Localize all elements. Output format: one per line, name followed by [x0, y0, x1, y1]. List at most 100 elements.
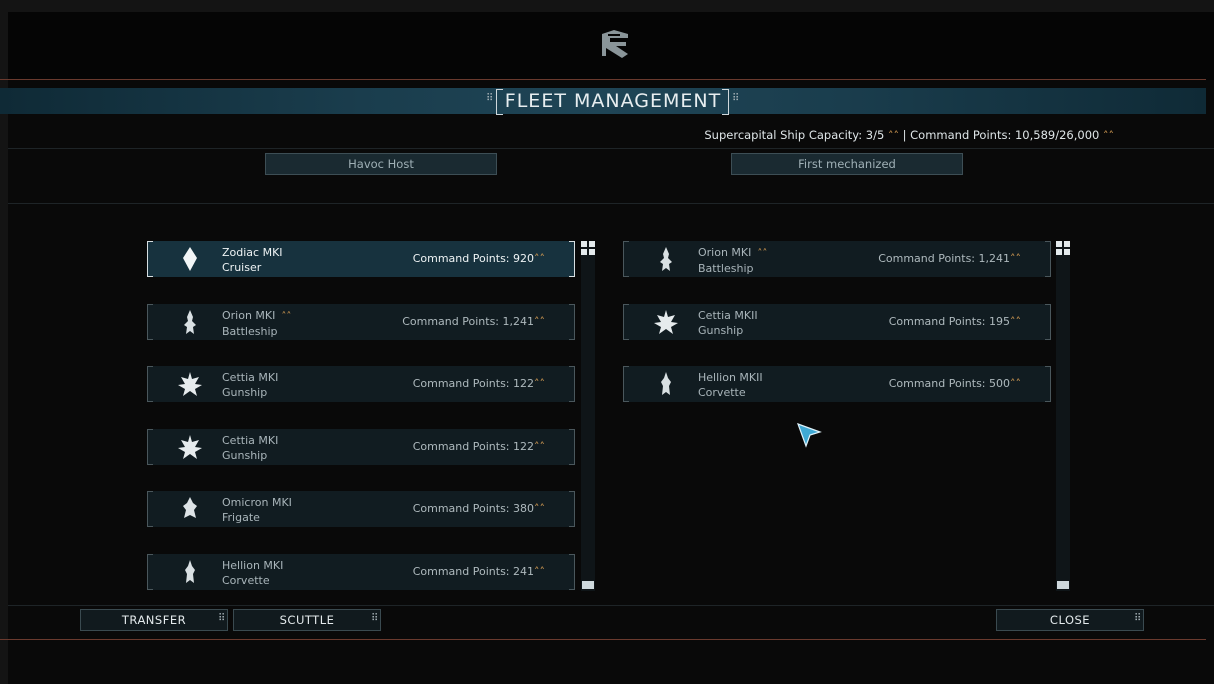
footer-divider [0, 639, 1206, 640]
ship-name: Omicron MKI [222, 496, 292, 510]
row-bracket-right [569, 491, 575, 528]
command-points-icon: ˄˄ [534, 439, 545, 453]
row-bracket-right [569, 554, 575, 590]
gunship-ship-icon [177, 434, 203, 460]
top-bar [8, 12, 1214, 80]
row-bracket-left [623, 366, 629, 403]
scroll-end-icon[interactable] [1057, 581, 1069, 589]
cruiser-ship-icon [177, 246, 203, 272]
supercapital-rank-icon: ˄˄ [281, 310, 292, 322]
row-bracket-left [147, 554, 153, 590]
command-points-icon: ˄˄ [534, 565, 545, 578]
close-button[interactable]: CLOSE [996, 609, 1144, 631]
ship-name: Hellion MKI [222, 559, 284, 572]
ship-class: Frigate [222, 511, 260, 525]
scroll-end-icon[interactable] [582, 581, 594, 589]
title-bracket-right [722, 89, 729, 115]
ship-name: Orion MKI [698, 246, 752, 259]
ship-class: Gunship [222, 386, 268, 400]
grid-view-icon[interactable] [1056, 241, 1070, 255]
ship-name: Cettia MKI [222, 371, 279, 385]
ship-name-block: Cettia MKII Gunship [698, 308, 758, 338]
ship-row[interactable]: Zodiac MKI Cruiser Command Points: 920˄˄ [147, 241, 575, 277]
command-points-icon: ˄˄ [534, 314, 545, 328]
ship-row[interactable]: Cettia MKII Gunship Command Points: 195˄˄ [623, 303, 1051, 340]
header-divider-top [0, 79, 1206, 80]
command-points-icon: ˄˄ [1010, 252, 1021, 265]
divider [8, 605, 1214, 606]
command-points-icon: ˄˄ [534, 377, 545, 391]
ship-command-points: Command Points: 241˄˄ [413, 565, 545, 578]
command-points-value: Command Points: 920 [412, 252, 534, 265]
corvette-ship-icon [177, 559, 203, 585]
page-title: FLEET MANAGEMENT [504, 90, 722, 112]
transfer-button[interactable]: TRANSFER [80, 609, 228, 631]
command-points-value: Command Points: 122 [412, 377, 534, 391]
grid-view-icon[interactable] [581, 241, 595, 255]
row-bracket-right [569, 303, 575, 340]
command-points-value: Command Points: 500 [888, 377, 1010, 391]
gunship-ship-icon [177, 371, 203, 397]
ship-class: Cruiser [222, 261, 262, 274]
ship-name-block: Orion MKI ˄˄ Battleship [222, 308, 291, 339]
ship-row[interactable]: Hellion MKI Corvette Command Points: 241˄˄ [147, 554, 575, 590]
ship-name: Hellion MKII [698, 371, 763, 385]
ship-name-block: Orion MKI ˄˄ Battleship [698, 245, 767, 276]
ship-name: Orion MKI [222, 308, 276, 322]
ship-name: Cettia MKI [222, 433, 279, 447]
command-points-icon: ˄˄ [1010, 314, 1021, 328]
command-points-value: Command Points: 195 [888, 314, 1010, 328]
close-button-label: CLOSE [1049, 613, 1091, 627]
command-points-value: Command Points: 1,241 [402, 314, 534, 328]
ship-row[interactable]: Cettia MKI Gunship Command Points: 122˄˄ [147, 428, 575, 465]
ship-class: Gunship [222, 448, 268, 462]
supercapital-rank-icon: ˄˄ [757, 248, 768, 259]
title-grip-right-icon: ⠿ [732, 93, 740, 104]
ship-name-block: Cettia MKI Gunship [222, 370, 278, 400]
command-points-value: Command Points: 1,241 [878, 252, 1010, 265]
ship-class: Corvette [222, 574, 270, 587]
row-bracket-right [569, 366, 575, 403]
ship-command-points: Command Points: 500˄˄ [889, 377, 1021, 390]
row-bracket-left [147, 241, 153, 277]
gunship-ship-icon [653, 309, 679, 335]
ship-row[interactable]: Cettia MKI Gunship Command Points: 122˄˄ [147, 366, 575, 403]
row-bracket-right [569, 428, 575, 465]
divider [8, 203, 1214, 204]
ship-row[interactable]: Orion MKI ˄˄ Battleship Command Points: 1,2… [147, 303, 575, 340]
ship-command-points: Command Points: 1,241˄˄ [402, 315, 545, 328]
right-fleet-name-field[interactable]: First mechanized [731, 153, 963, 175]
corvette-ship-icon [653, 371, 679, 397]
fleet-capacity-readout: Supercapital Ship Capacity: 3/5 ˄˄ | Com… [704, 128, 1114, 142]
ship-command-points: Command Points: 380˄˄ [413, 502, 545, 515]
row-bracket-right [1045, 303, 1051, 340]
row-bracket-right [1045, 366, 1051, 403]
ship-command-points: Command Points: 122˄˄ [413, 377, 545, 390]
ship-row[interactable]: Hellion MKII Corvette Command Points: 500˄… [623, 366, 1051, 403]
scuttle-button-label: SCUTTLE [279, 613, 335, 627]
ship-row[interactable]: Orion MKI ˄˄ Battleship Command Points: 1,2… [623, 241, 1051, 277]
ship-class: Battleship [698, 262, 754, 275]
mouse-cursor-icon [796, 422, 822, 448]
row-bracket-left [147, 428, 153, 465]
ship-row[interactable]: Omicron MKI Frigate Command Points: 380˄˄ [147, 491, 575, 528]
capacity-separator: | [902, 128, 907, 142]
scuttle-button[interactable]: SCUTTLE [233, 609, 381, 631]
command-points-total: Command Points: 10,589/26,000 [910, 128, 1100, 142]
row-bracket-left [623, 303, 629, 340]
faction-emblem-icon [602, 30, 628, 58]
command-points-icon: ˄˄ [534, 502, 545, 516]
left-fleet-name-field[interactable]: Havoc Host [265, 153, 497, 175]
ship-class: Corvette [698, 386, 746, 400]
battleship-ship-icon [177, 309, 203, 335]
right-list-scrollbar[interactable] [1056, 241, 1070, 591]
ship-name-block: Cettia MKI Gunship [222, 433, 278, 463]
ship-name: Zodiac MKI [222, 246, 283, 259]
left-list-scrollbar[interactable] [581, 241, 595, 591]
ship-class: Gunship [698, 323, 744, 337]
ship-name-block: Hellion MKII Corvette [698, 370, 763, 400]
command-points-value: Command Points: 241 [412, 565, 534, 578]
title-grip-left-icon: ⠿ [486, 93, 494, 104]
button-grip-icon: ⠿ [371, 613, 379, 624]
button-grip-icon: ⠿ [218, 613, 226, 624]
